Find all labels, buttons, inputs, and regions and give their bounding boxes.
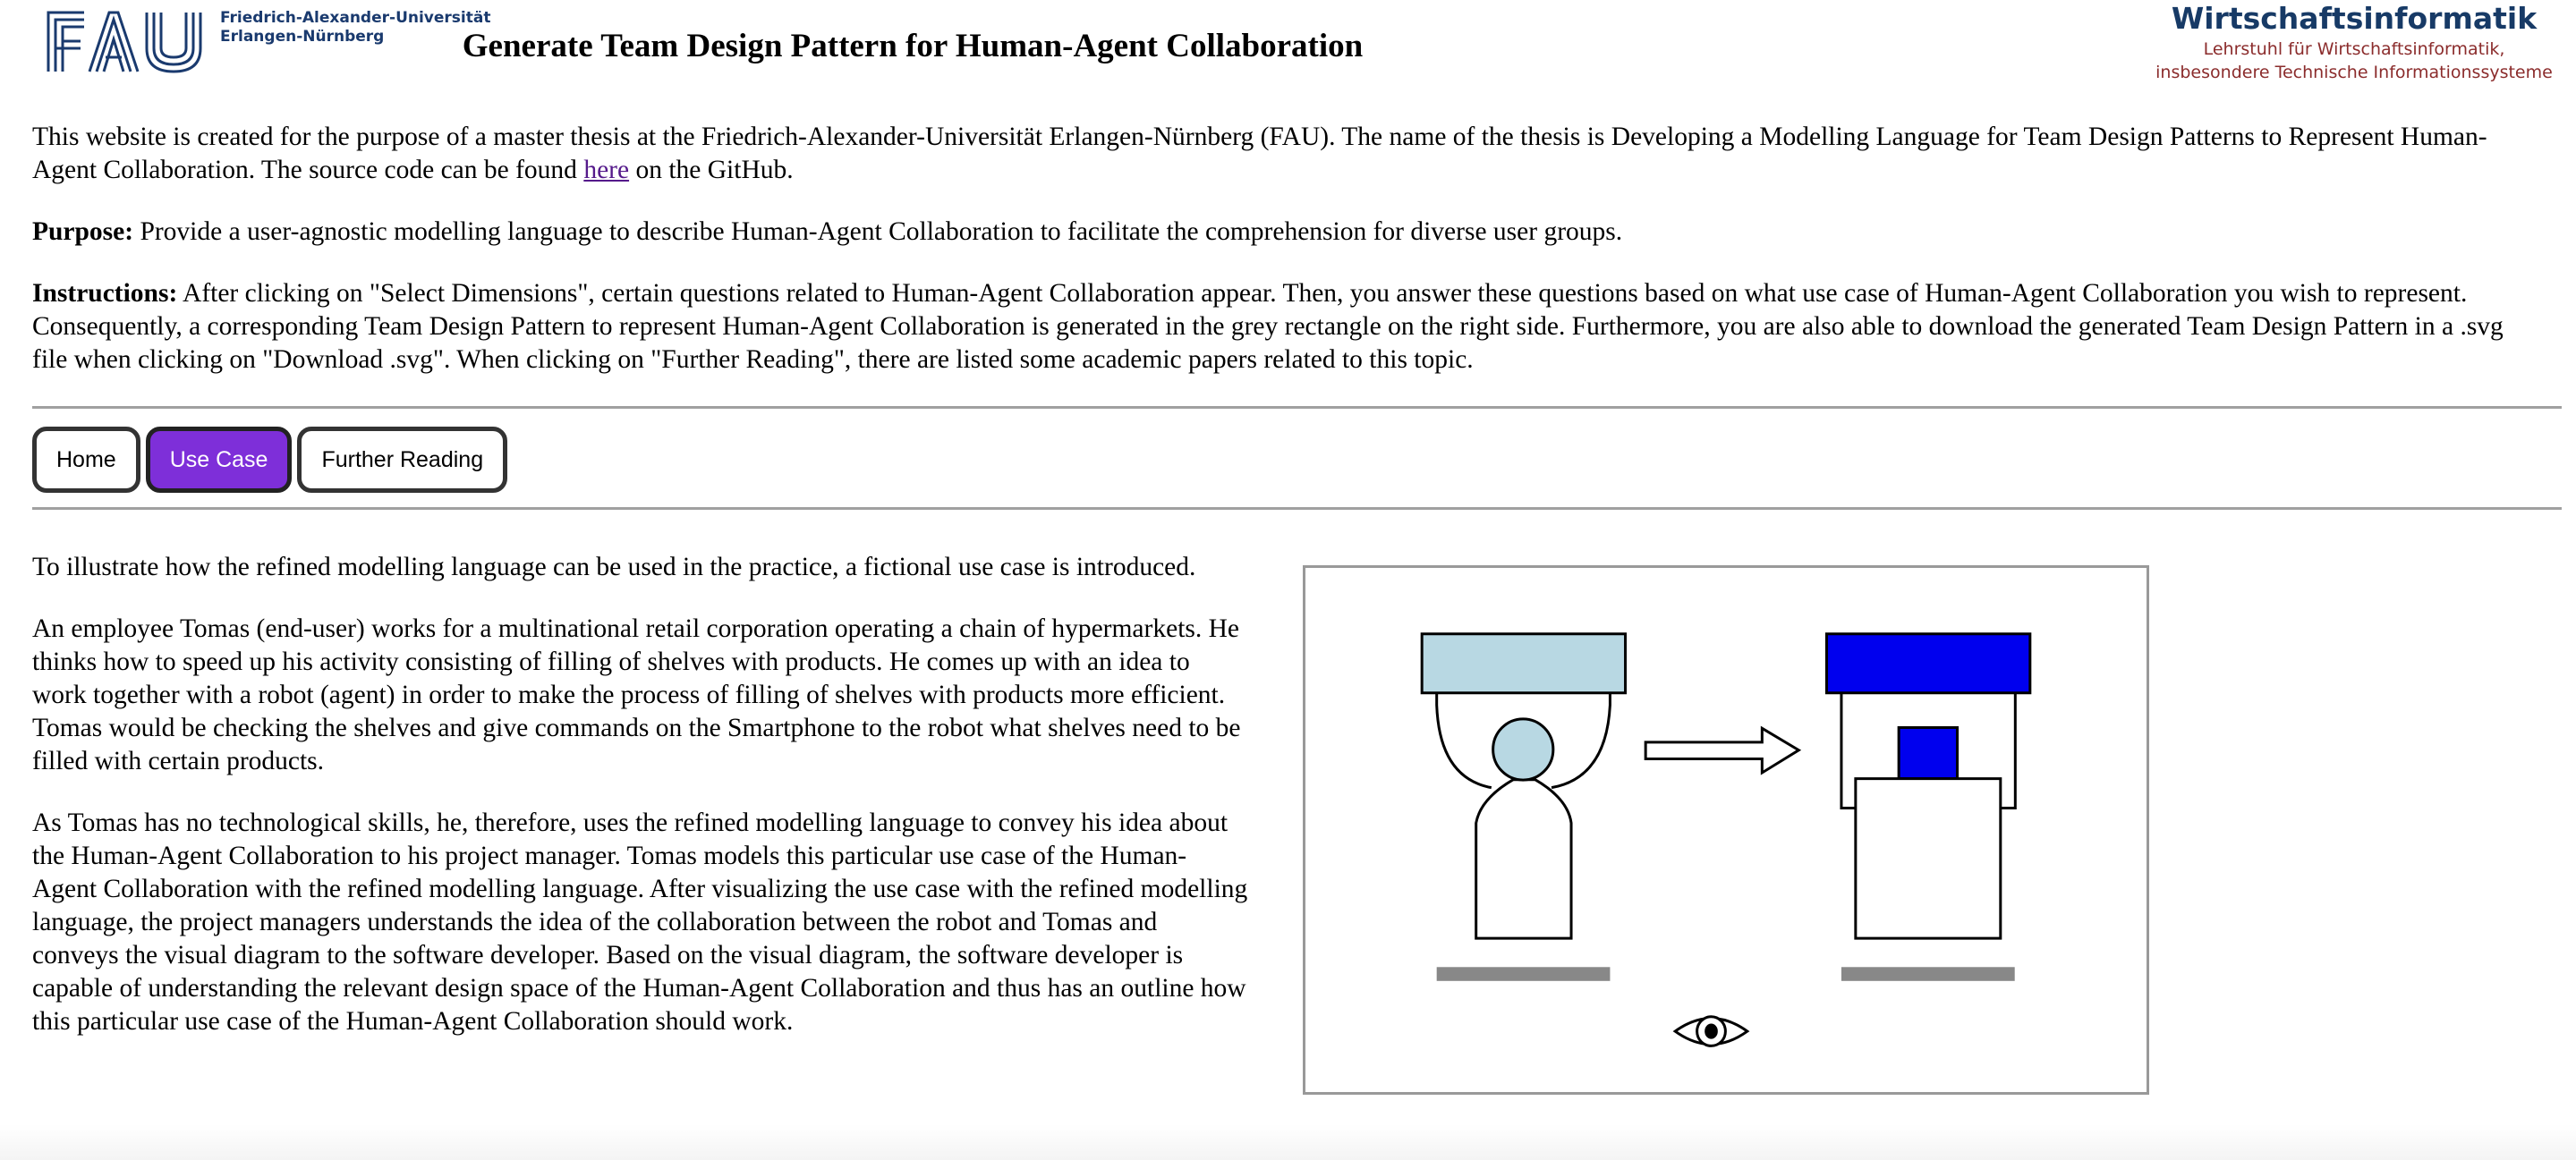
use-case-text: To illustrate how the refined modelling … xyxy=(32,551,1249,1067)
home-button[interactable]: Home xyxy=(32,427,140,493)
eye-icon xyxy=(1675,1017,1747,1046)
github-link[interactable]: here xyxy=(583,156,629,184)
intro-section: This website is created for the purpose … xyxy=(32,121,2544,405)
chair-line-2: insbesondere Technische Informationssyst… xyxy=(2155,63,2553,82)
human-task-box xyxy=(1422,634,1625,693)
use-case-paragraph: An employee Tomas (end-user) works for a… xyxy=(32,614,1241,775)
arrow-icon xyxy=(1645,728,1798,773)
agent-body xyxy=(1856,779,2001,939)
chair-title: Wirtschaftsinformatik xyxy=(2171,1,2538,36)
use-case-paragraph: To illustrate how the refined modelling … xyxy=(32,553,1196,581)
intro-paragraph: This website is created for the purpose … xyxy=(32,121,2544,187)
chair-line-1: Lehrstuhl für Wirtschaftsinformatik, xyxy=(2203,39,2505,59)
page-title: Generate Team Design Pattern for Human-A… xyxy=(462,28,1364,64)
team-design-pattern-diagram xyxy=(1303,565,2149,1095)
agent-head xyxy=(1899,728,1957,779)
instructions-label: Instructions: xyxy=(32,279,178,308)
purpose-label: Purpose: xyxy=(32,217,134,246)
use-case-paragraph: As Tomas has no technological skills, he… xyxy=(32,809,1248,1036)
human-bar xyxy=(1436,967,1611,981)
use-case-button[interactable]: Use Case xyxy=(145,427,293,493)
further-reading-button[interactable]: Further Reading xyxy=(297,427,508,493)
human-head xyxy=(1493,719,1553,780)
instructions-text: After clicking on "Select Dimensions", c… xyxy=(32,279,2504,374)
intro-text: This website is created for the purpose … xyxy=(32,123,2487,184)
nav-bar: Home Use Case Further Reading xyxy=(32,427,508,493)
agent-bar xyxy=(1841,967,2015,981)
divider-top xyxy=(32,406,2562,409)
purpose-text: Provide a user-agnostic modelling langua… xyxy=(133,217,1623,246)
purpose-paragraph: Purpose: Provide a user-agnostic modelli… xyxy=(32,216,2544,249)
agent-task-box xyxy=(1826,634,2029,693)
divider-bottom xyxy=(32,507,2562,510)
instructions-paragraph: Instructions: After clicking on "Select … xyxy=(32,277,2544,377)
intro-text-end: on the GitHub. xyxy=(629,156,794,184)
page-bottom-shadow xyxy=(0,1124,2576,1160)
human-body xyxy=(1476,780,1571,938)
chair-logo: Wirtschaftsinformatik Lehrstuhl für Wirt… xyxy=(2148,0,2560,84)
university-line-1: Friedrich-Alexander-Universität xyxy=(220,9,491,27)
